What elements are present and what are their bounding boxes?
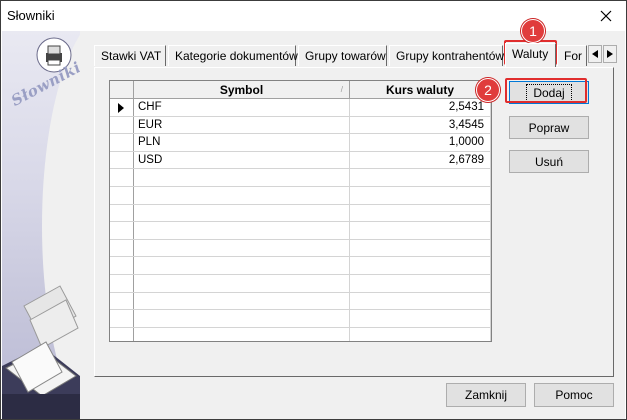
cell-symbol <box>134 327 350 341</box>
cell-rate: 3,4545 <box>350 116 491 134</box>
cell-symbol: EUR <box>134 116 350 134</box>
empty-table-row[interactable] <box>110 169 491 187</box>
arrow-right-icon <box>607 50 613 58</box>
tab-forms[interactable]: For <box>557 45 587 66</box>
cell-symbol <box>134 292 350 310</box>
edit-button[interactable]: Popraw <box>509 116 589 139</box>
row-indicator <box>110 239 134 257</box>
tab-scroll-right-button[interactable] <box>603 45 617 63</box>
window-title: Słowniki <box>7 8 55 23</box>
cell-rate <box>350 292 491 310</box>
cell-symbol <box>134 169 350 186</box>
empty-table-row[interactable] <box>110 292 491 311</box>
empty-table-row[interactable] <box>110 257 491 275</box>
dictionaries-window: Słowniki Słowniki Stawki VAT Kategorie d… <box>0 0 627 420</box>
row-indicator <box>110 222 134 239</box>
currency-grid[interactable]: Symbol / Kurs waluty CHF 2,5431 EUR 3,4545 PL… <box>109 80 492 342</box>
column-header-rate[interactable]: Kurs waluty <box>350 81 491 98</box>
cell-symbol <box>134 187 350 204</box>
table-row[interactable]: EUR 3,4545 <box>110 116 491 135</box>
cell-symbol <box>134 275 350 292</box>
tab-strip: Stawki VAT Kategorie dokumentów Grupy to… <box>94 43 617 67</box>
current-row-arrow-icon <box>118 103 124 113</box>
step-1-badge: 1 <box>521 19 545 43</box>
row-indicator <box>110 204 134 222</box>
step-2-highlight <box>505 78 587 103</box>
cell-rate <box>350 204 491 222</box>
row-indicator <box>110 169 134 186</box>
table-row[interactable]: CHF 2,5431 <box>110 99 491 117</box>
cell-rate: 1,0000 <box>350 134 491 151</box>
tab-vat-rates[interactable]: Stawki VAT <box>94 45 166 66</box>
tab-scroll-left-button[interactable] <box>588 45 602 63</box>
row-indicator <box>110 275 134 292</box>
row-indicator <box>110 292 134 310</box>
tab-currencies[interactable]: Waluty <box>505 43 556 67</box>
cell-rate <box>350 327 491 341</box>
cell-symbol <box>134 310 350 327</box>
card-box-icon <box>2 276 80 419</box>
cell-rate <box>350 239 491 257</box>
column-header-symbol[interactable]: Symbol / <box>134 81 350 98</box>
side-illustration: Słowniki <box>2 31 80 419</box>
empty-table-row[interactable] <box>110 204 491 223</box>
close-window-button[interactable] <box>586 1 626 31</box>
empty-table-row[interactable] <box>110 327 491 341</box>
cell-symbol <box>134 239 350 257</box>
dialog-body: Słowniki Stawki VAT Kategorie dokumentów… <box>2 19 625 419</box>
cell-rate <box>350 257 491 274</box>
cell-rate <box>350 187 491 204</box>
step-2-badge: 2 <box>476 78 500 102</box>
delete-button[interactable]: Usuń <box>509 150 589 173</box>
cell-symbol: PLN <box>134 134 350 151</box>
cell-rate <box>350 310 491 327</box>
row-indicator-header <box>110 81 134 98</box>
cell-symbol: USD <box>134 151 350 169</box>
close-button[interactable]: Zamknij <box>446 383 526 407</box>
cell-rate <box>350 275 491 292</box>
tab-product-groups[interactable]: Grupy towarów <box>298 45 387 66</box>
row-indicator <box>110 116 134 134</box>
cell-symbol <box>134 222 350 239</box>
row-indicator <box>110 187 134 204</box>
cell-rate <box>350 169 491 186</box>
empty-table-row[interactable] <box>110 239 491 258</box>
cell-symbol: CHF <box>134 99 350 116</box>
cell-rate: 2,6789 <box>350 151 491 169</box>
empty-table-row[interactable] <box>110 275 491 293</box>
cell-symbol <box>134 257 350 274</box>
tab-contractor-groups[interactable]: Grupy kontrahentów <box>389 45 504 66</box>
row-indicator <box>110 134 134 151</box>
empty-table-row[interactable] <box>110 222 491 240</box>
currencies-panel: Symbol / Kurs waluty CHF 2,5431 EUR 3,4545 PL… <box>94 67 614 377</box>
cell-rate <box>350 222 491 239</box>
cell-rate: 2,5431 <box>350 99 491 116</box>
row-indicator <box>110 327 134 341</box>
row-indicator <box>110 257 134 274</box>
row-indicator <box>110 151 134 169</box>
cell-symbol <box>134 204 350 222</box>
table-row[interactable]: USD 2,6789 <box>110 151 491 170</box>
row-indicator <box>110 310 134 327</box>
empty-table-row[interactable] <box>110 310 491 328</box>
empty-table-row[interactable] <box>110 187 491 205</box>
row-indicator <box>110 99 134 116</box>
grid-header: Symbol / Kurs waluty <box>110 81 491 99</box>
tab-document-categories[interactable]: Kategorie dokumentów <box>168 45 298 66</box>
close-icon <box>600 10 612 22</box>
table-row[interactable]: PLN 1,0000 <box>110 134 491 152</box>
arrow-left-icon <box>592 50 598 58</box>
help-button[interactable]: Pomoc <box>534 383 614 407</box>
sort-icon: / <box>340 85 343 94</box>
